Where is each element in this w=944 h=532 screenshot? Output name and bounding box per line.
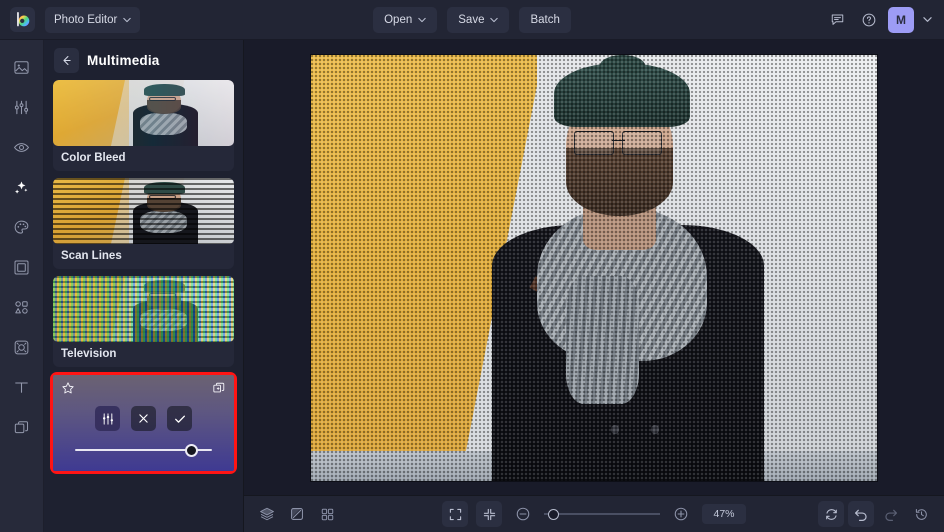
help-circle-icon[interactable] xyxy=(856,7,882,33)
comment-icon[interactable] xyxy=(824,7,850,33)
effect-card-color-bleed[interactable]: Color Bleed xyxy=(53,80,234,171)
sidebar-item-edit[interactable] xyxy=(7,52,37,82)
effect-label: Scan Lines xyxy=(61,250,122,262)
collapse-arrows-icon[interactable] xyxy=(476,501,502,527)
batch-button-label: Batch xyxy=(530,13,560,26)
cancel-effect-button[interactable] xyxy=(131,406,156,431)
effect-controls-overlay xyxy=(53,375,234,471)
slider-knob[interactable] xyxy=(184,443,198,457)
top-bar: Photo Editor Open Save Batch M xyxy=(0,0,944,40)
save-button[interactable]: Save xyxy=(447,6,510,33)
zoom-out-icon[interactable] xyxy=(510,501,536,527)
edited-photo[interactable] xyxy=(311,54,877,481)
app-switcher[interactable]: Photo Editor xyxy=(45,6,141,33)
effect-action-buttons xyxy=(53,406,234,431)
sidebar-item-text[interactable] xyxy=(7,372,37,402)
effect-card-television[interactable]: Television xyxy=(53,276,234,367)
history-controls xyxy=(818,501,934,527)
zoom-slider-knob[interactable] xyxy=(547,508,559,520)
effect-card-scan-lines[interactable]: Scan Lines xyxy=(53,178,234,269)
selected-effect-card[interactable] xyxy=(50,372,237,474)
open-button-label: Open xyxy=(384,13,413,26)
chevron-down-icon xyxy=(123,16,132,24)
befunky-logo-icon[interactable] xyxy=(10,7,35,32)
sidebar-item-touch-up[interactable] xyxy=(7,132,37,162)
effects-panel: Multimedia Color Bleed Scan Lines Televi… xyxy=(44,40,244,532)
effect-thumbnail xyxy=(53,80,234,146)
effect-thumbnail xyxy=(53,178,234,244)
chevron-down-icon xyxy=(490,16,499,24)
apply-effect-button[interactable] xyxy=(167,406,192,431)
open-button[interactable]: Open xyxy=(373,6,438,33)
zoom-in-icon[interactable] xyxy=(668,501,694,527)
chevron-down-icon xyxy=(418,16,426,24)
photo-editor-app: Photo Editor Open Save Batch M Multimedi… xyxy=(0,0,944,532)
sidebar-item-overlays[interactable] xyxy=(7,332,37,362)
grid-icon[interactable] xyxy=(314,501,340,527)
zoom-slider-track xyxy=(544,513,660,515)
bottom-toolbar-left xyxy=(254,501,340,527)
sidebar-item-frames[interactable] xyxy=(7,252,37,282)
effect-settings-button[interactable] xyxy=(95,406,120,431)
avatar[interactable]: M xyxy=(888,6,914,33)
arrow-left-icon[interactable] xyxy=(54,47,79,73)
sidebar-item-graphics[interactable] xyxy=(7,292,37,322)
effect-thumbnail xyxy=(53,276,234,342)
canvas-region: 47% xyxy=(244,40,944,532)
canvas-area[interactable] xyxy=(244,40,944,495)
star-icon[interactable] xyxy=(61,381,75,395)
layers-stack-icon[interactable] xyxy=(254,501,280,527)
effect-label: Color Bleed xyxy=(61,152,126,164)
editor-body: Multimedia Color Bleed Scan Lines Televi… xyxy=(0,40,944,532)
history-icon[interactable] xyxy=(908,501,934,527)
redo-icon[interactable] xyxy=(878,501,904,527)
effects-list: Color Bleed Scan Lines Television xyxy=(44,80,243,532)
undo-icon[interactable] xyxy=(848,501,874,527)
save-button-label: Save xyxy=(458,13,485,26)
fit-screen-icon[interactable] xyxy=(442,501,468,527)
avatar-initial: M xyxy=(896,12,906,27)
zoom-slider[interactable] xyxy=(544,507,660,521)
batch-button[interactable]: Batch xyxy=(519,6,571,33)
tool-rail xyxy=(0,40,44,532)
compare-split-icon[interactable] xyxy=(284,501,310,527)
sidebar-item-adjust[interactable] xyxy=(7,92,37,122)
sidebar-item-artsy[interactable] xyxy=(7,212,37,242)
app-switcher-label: Photo Editor xyxy=(54,13,118,26)
top-bar-center-actions: Open Save Batch xyxy=(0,6,944,33)
zoom-level-value[interactable]: 47% xyxy=(702,504,746,524)
duplicate-layers-icon[interactable] xyxy=(212,381,226,395)
bottom-toolbar: 47% xyxy=(244,495,944,532)
account-chevron-down-icon[interactable] xyxy=(920,15,934,24)
effect-label: Television xyxy=(61,348,117,360)
reset-rotate-icon[interactable] xyxy=(818,501,844,527)
top-bar-right-actions: M xyxy=(824,6,934,33)
sidebar-item-layers[interactable] xyxy=(7,412,37,442)
effect-intensity-slider[interactable] xyxy=(75,443,212,457)
sidebar-item-effects[interactable] xyxy=(7,172,37,202)
panel-header: Multimedia xyxy=(44,40,243,80)
page-title: Multimedia xyxy=(87,52,160,68)
